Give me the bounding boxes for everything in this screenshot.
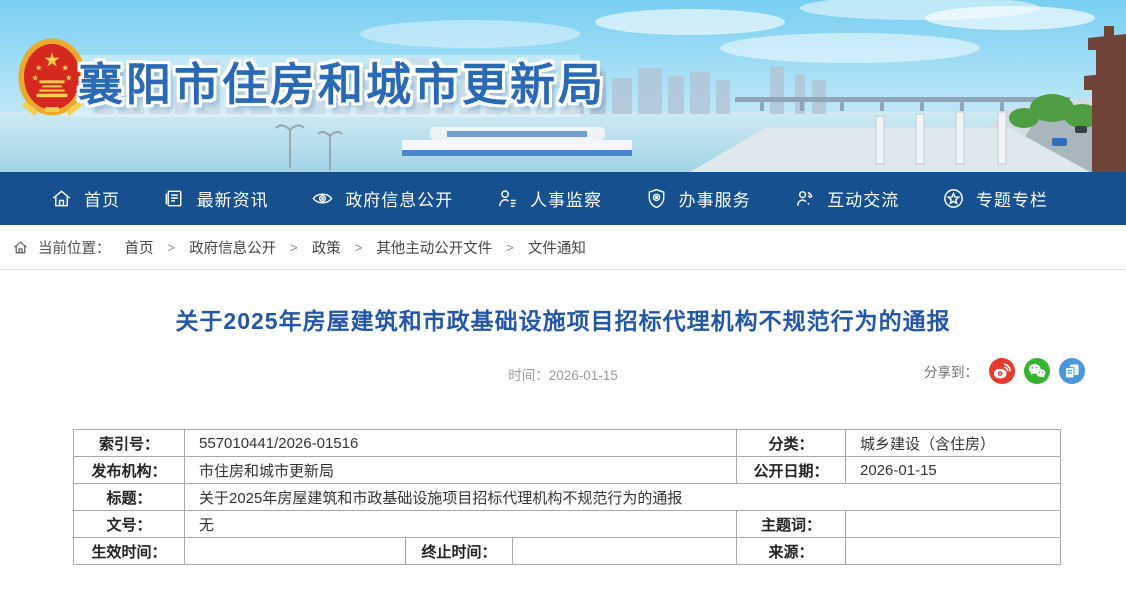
- breadcrumb-separator: >: [290, 240, 298, 255]
- share-label: 分享到：: [924, 361, 978, 381]
- effective-date-value: [185, 538, 406, 565]
- breadcrumb-item-policy[interactable]: 政策: [312, 237, 341, 258]
- nav-item-home[interactable]: 首页: [50, 186, 120, 211]
- publish-date-value: 2026-01-15: [846, 457, 1061, 484]
- nav-item-special-topics[interactable]: 专题专栏: [942, 186, 1048, 211]
- doc-title-label: 标题：: [74, 484, 185, 511]
- end-date-label: 终止时间：: [406, 538, 513, 565]
- svg-text:★: ★: [65, 72, 73, 82]
- svg-text:★: ★: [35, 63, 43, 73]
- nav-item-interaction[interactable]: 互动交流: [793, 186, 899, 211]
- table-row: 发布机构： 市住房和城市更新局 公开日期： 2026-01-15: [74, 457, 1061, 484]
- breadcrumb-item-home[interactable]: 首页: [125, 237, 154, 258]
- source-label: 来源：: [737, 538, 846, 565]
- shield-icon: [645, 187, 668, 210]
- chat-icon: [793, 187, 816, 210]
- publisher-label: 发布机构：: [74, 457, 185, 484]
- nav-item-label: 互动交流: [827, 186, 899, 211]
- nav-item-personnel[interactable]: 人事监察: [496, 186, 602, 211]
- nav-item-label: 首页: [84, 186, 120, 211]
- nav-item-label: 政府信息公开: [345, 186, 453, 211]
- keywords-value: [846, 511, 1061, 538]
- doc-number-value: 无: [185, 511, 737, 538]
- category-label: 分类：: [737, 430, 846, 457]
- table-row: 文号： 无 主题词：: [74, 511, 1061, 538]
- copy-link-share-icon[interactable]: [1059, 358, 1085, 384]
- wechat-share-icon[interactable]: [1024, 358, 1050, 384]
- breadcrumb-separator: >: [506, 240, 514, 255]
- breadcrumb-item-file-notice[interactable]: 文件通知: [528, 237, 586, 258]
- nav-item-label: 专题专栏: [976, 186, 1048, 211]
- table-row: 生效时间： 终止时间： 来源：: [74, 538, 1061, 565]
- article-meta-row: 时间：2026-01-15 分享到：: [0, 358, 1126, 388]
- svg-text:★: ★: [43, 49, 61, 71]
- article-title: 关于2025年房屋建筑和市政基础设施项目招标代理机构不规范行为的通报: [40, 302, 1086, 336]
- svg-text:★: ★: [62, 63, 70, 73]
- site-title: 襄阳市住房和城市更新局: [78, 48, 606, 113]
- nav-item-label: 人事监察: [530, 186, 602, 211]
- doc-title-value: 关于2025年房屋建筑和市政基础设施项目招标代理机构不规范行为的通报: [185, 484, 1061, 511]
- nav-item-services[interactable]: 办事服务: [645, 186, 751, 211]
- weibo-share-icon[interactable]: [989, 358, 1015, 384]
- main-nav: 首页 最新资讯 政府信息公开 人事监察 办事服务: [0, 172, 1126, 225]
- share-bar: 分享到：: [924, 358, 1085, 384]
- breadcrumb-separator: >: [168, 240, 176, 255]
- nav-item-label: 办事服务: [679, 186, 751, 211]
- table-row: 标题： 关于2025年房屋建筑和市政基础设施项目招标代理机构不规范行为的通报: [74, 484, 1061, 511]
- national-emblem-icon: ★ ★ ★ ★ ★: [17, 36, 87, 122]
- site-banner: ★ ★ ★ ★ ★ 襄阳市住房和城市更新局: [0, 0, 1126, 172]
- category-value: 城乡建设（含住房）: [846, 430, 1061, 457]
- index-number-label: 索引号：: [74, 430, 185, 457]
- effective-date-label: 生效时间：: [74, 538, 185, 565]
- publish-date-label: 公开日期：: [737, 457, 846, 484]
- breadcrumb-item-info-disclosure[interactable]: 政府信息公开: [189, 237, 276, 258]
- breadcrumb-label: 当前位置：: [38, 237, 111, 258]
- person-icon: [496, 187, 519, 210]
- svg-text:★: ★: [31, 72, 39, 82]
- time-value: 2026-01-15: [549, 368, 618, 383]
- nav-item-news[interactable]: 最新资讯: [163, 186, 269, 211]
- home-icon: [50, 187, 73, 210]
- table-row: 索引号： 557010441/2026-01516 分类： 城乡建设（含住房）: [74, 430, 1061, 457]
- news-icon: [163, 187, 186, 210]
- nav-item-label: 最新资讯: [197, 186, 269, 211]
- index-number-value: 557010441/2026-01516: [185, 430, 737, 457]
- breadcrumb-home-icon: [12, 239, 29, 256]
- publisher-value: 市住房和城市更新局: [185, 457, 737, 484]
- keywords-label: 主题词：: [737, 511, 846, 538]
- end-date-value: [513, 538, 737, 565]
- time-label: 时间：: [508, 368, 549, 383]
- breadcrumb-item-other-documents[interactable]: 其他主动公开文件: [376, 237, 492, 258]
- nav-item-info-disclosure[interactable]: 政府信息公开: [311, 186, 453, 211]
- star-icon: [942, 187, 965, 210]
- doc-number-label: 文号：: [74, 511, 185, 538]
- breadcrumb: 当前位置： 首页 > 政府信息公开 > 政策 > 其他主动公开文件 > 文件通知: [0, 225, 1126, 270]
- document-info-table: 索引号： 557010441/2026-01516 分类： 城乡建设（含住房） …: [73, 429, 1061, 565]
- eye-icon: [311, 187, 334, 210]
- source-value: [846, 538, 1061, 565]
- breadcrumb-separator: >: [355, 240, 363, 255]
